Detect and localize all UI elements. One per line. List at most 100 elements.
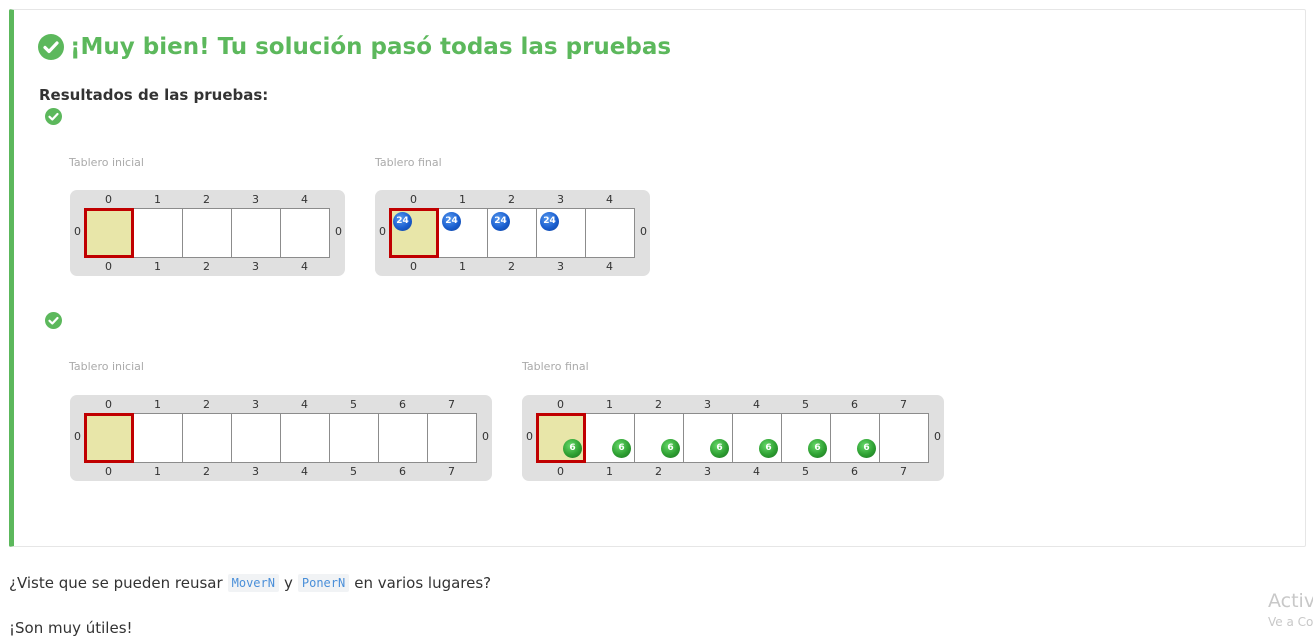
head-marker: [84, 208, 134, 258]
board-cell: [232, 414, 281, 463]
blue-ball-icon: 24: [540, 212, 559, 231]
column-label: 0: [105, 260, 112, 273]
board-cell: [183, 414, 232, 463]
column-labels-bottom: 0 1 2 3 4 5 6 7: [84, 465, 476, 479]
column-labels-bottom: 0 1 2 3 4 5 6 7: [536, 465, 928, 479]
column-label: 2: [508, 260, 515, 273]
column-label: 5: [802, 398, 809, 411]
column-label: 4: [301, 398, 308, 411]
board-cell: [134, 209, 183, 258]
column-label: 7: [900, 398, 907, 411]
column-label: 4: [753, 465, 760, 478]
row-label-left: 0: [379, 225, 386, 238]
test-2-final-caption: Tablero final: [522, 360, 589, 373]
column-label: 6: [399, 398, 406, 411]
column-label: 1: [606, 398, 613, 411]
column-label: 7: [448, 465, 455, 478]
test-1-initial-board: 0 1 2 3 4 0 0 0 1 2 3 4: [70, 190, 345, 276]
column-label: 0: [105, 465, 112, 478]
result-title-text: ¡Muy bien! Tu solución pasó todas las pr…: [70, 34, 672, 60]
column-label: 1: [154, 398, 161, 411]
green-ball-icon: 6: [612, 439, 631, 458]
green-ball-icon: 6: [759, 439, 778, 458]
board-cell: 24: [389, 208, 439, 258]
board-grid: [84, 413, 477, 463]
test-1-initial-caption: Tablero inicial: [69, 156, 144, 169]
board-cell: [84, 413, 134, 463]
column-label: 0: [410, 193, 417, 206]
column-label: 2: [508, 193, 515, 206]
column-label: 6: [399, 465, 406, 478]
follow-up-middle: y: [283, 574, 293, 592]
column-label: 0: [410, 260, 417, 273]
column-label: 2: [203, 260, 210, 273]
activation-watermark-sub: Ve a Co: [1268, 615, 1313, 629]
test-1-passed-icon: [45, 108, 62, 125]
row-label-left: 0: [74, 225, 81, 238]
board-cell: 6: [733, 414, 782, 463]
blue-ball-icon: 24: [393, 212, 412, 231]
column-label: 1: [459, 260, 466, 273]
column-label: 5: [802, 465, 809, 478]
code-mover-n: MoverN: [227, 574, 279, 592]
column-label: 4: [301, 193, 308, 206]
column-label: 1: [459, 193, 466, 206]
follow-up-closing: ¡Son muy útiles!: [9, 619, 133, 637]
board-cell: [183, 209, 232, 258]
activation-watermark: Activ: [1268, 590, 1313, 612]
column-label: 3: [252, 398, 259, 411]
row-label-left: 0: [526, 430, 533, 443]
column-label: 4: [753, 398, 760, 411]
column-label: 1: [154, 465, 161, 478]
row-label-left: 0: [74, 430, 81, 443]
test-2-passed-icon: [45, 312, 62, 329]
head-marker: [84, 413, 134, 463]
column-label: 3: [557, 260, 564, 273]
green-ball-icon: 6: [710, 439, 729, 458]
test-1-final-board: 0 1 2 3 4 0 24 24 24 24 0 0 1 2 3 4: [375, 190, 650, 276]
board-cell: 6: [782, 414, 831, 463]
green-ball-icon: 6: [661, 439, 680, 458]
column-label: 4: [606, 260, 613, 273]
column-labels-top: 0 1 2 3 4: [389, 193, 634, 207]
result-panel: ¡Muy bien! Tu solución pasó todas las pr…: [9, 9, 1306, 547]
column-labels-top: 0 1 2 3 4 5 6 7: [536, 398, 928, 412]
test-2-initial-board: 0 1 2 3 4 5 6 7 0 0 0 1 2 3 4 5 6 7: [70, 395, 492, 481]
board-cell: [330, 414, 379, 463]
row-label-right: 0: [482, 430, 489, 443]
check-circle-icon: [38, 34, 64, 60]
board-cell: [428, 414, 477, 463]
column-label: 2: [655, 398, 662, 411]
green-ball-icon: 6: [857, 439, 876, 458]
column-label: 1: [154, 260, 161, 273]
column-label: 1: [606, 465, 613, 478]
board-grid: 6 6 6 6 6 6 6: [536, 413, 929, 463]
board-cell: 6: [536, 413, 586, 463]
board-cell: 24: [488, 209, 537, 258]
column-label: 7: [448, 398, 455, 411]
column-labels-top: 0 1 2 3 4: [84, 193, 329, 207]
column-label: 0: [557, 398, 564, 411]
board-grid: 24 24 24 24: [389, 208, 635, 258]
column-label: 4: [301, 465, 308, 478]
follow-up-before: ¿Viste que se pueden reusar: [9, 574, 223, 592]
column-label: 3: [557, 193, 564, 206]
board-cell: [134, 414, 183, 463]
column-label: 3: [252, 260, 259, 273]
column-labels-top: 0 1 2 3 4 5 6 7: [84, 398, 476, 412]
column-label: 7: [900, 465, 907, 478]
column-label: 2: [655, 465, 662, 478]
test-2-final-board: 0 1 2 3 4 5 6 7 0 6 6 6 6 6 6 6 0 0 1 2 3 4 5 6 7: [522, 395, 944, 481]
column-labels-bottom: 0 1 2 3 4: [389, 260, 634, 274]
column-label: 2: [203, 398, 210, 411]
row-label-right: 0: [640, 225, 647, 238]
board-cell: [880, 414, 929, 463]
blue-ball-icon: 24: [491, 212, 510, 231]
column-label: 3: [252, 465, 259, 478]
row-label-right: 0: [335, 225, 342, 238]
column-label: 3: [704, 465, 711, 478]
board-cell: 6: [684, 414, 733, 463]
board-cell: [281, 209, 330, 258]
column-label: 6: [851, 465, 858, 478]
board-cell: 6: [831, 414, 880, 463]
